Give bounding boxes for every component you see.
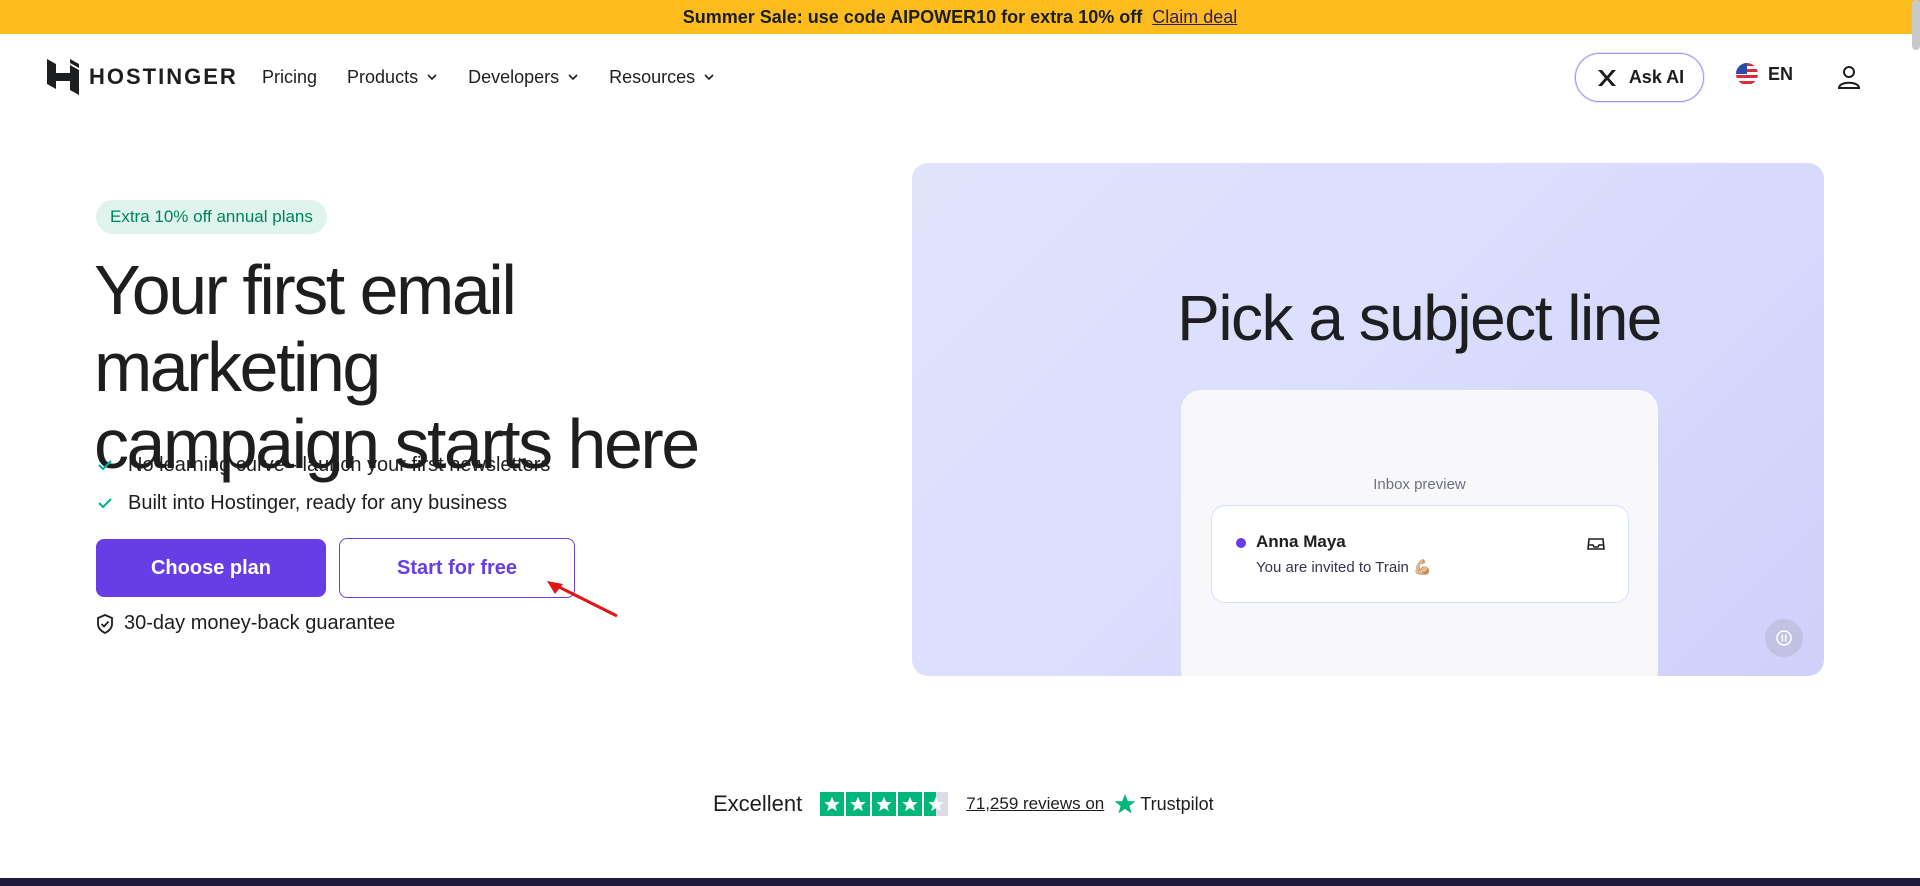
nav-products-label: Products <box>347 66 419 87</box>
feature-text: Built into Hostinger, ready for any busi… <box>128 491 508 514</box>
user-account-icon[interactable] <box>1836 64 1862 90</box>
chevron-down-icon <box>568 74 578 81</box>
rating-label: Excellent <box>713 791 803 816</box>
panel-title: Pick a subject line <box>1177 282 1662 354</box>
hero-title-line-1: Your first email marketing <box>94 251 517 406</box>
reviews-link[interactable]: 71,259 reviews on <box>966 794 1104 814</box>
star-icon <box>820 792 845 816</box>
check-icon <box>98 498 112 509</box>
email-subject: You are invited to Train 💪🏼 <box>1256 559 1432 576</box>
site-header: HOSTINGER Pricing Products Developers Re… <box>0 34 1920 120</box>
rating-stars <box>820 792 950 816</box>
promo-text: Summer Sale: use code AIPOWER10 for extr… <box>682 6 1143 27</box>
feature-list: No learning curve - launch your first ne… <box>96 446 550 522</box>
promo-banner: Summer Sale: use code AIPOWER10 for extr… <box>0 0 1920 34</box>
ask-ai-button[interactable]: Ask AI <box>1575 53 1704 102</box>
ask-ai-label: Ask AI <box>1628 67 1685 87</box>
nav-pricing[interactable]: Pricing <box>262 67 317 88</box>
guarantee-text: 30-day money-back guarantee <box>124 612 396 634</box>
brand-logo[interactable]: HOSTINGER <box>47 59 238 95</box>
unread-dot-icon <box>1236 538 1246 548</box>
footer-edge <box>0 878 1920 886</box>
chevron-down-icon <box>704 74 714 81</box>
star-icon <box>898 792 923 816</box>
trustpilot-rating: Excellent 71,259 reviews on Trustpilot <box>713 788 1214 820</box>
us-flag-icon <box>1736 63 1758 85</box>
email-preview-item: Anna Maya You are invited to Train 💪🏼 <box>1211 505 1629 603</box>
discount-badge: Extra 10% off annual plans <box>96 200 327 234</box>
trustpilot-star-icon <box>1114 794 1136 814</box>
half-star-icon <box>924 792 949 816</box>
shield-check-icon <box>97 613 113 634</box>
check-icon <box>98 460 112 471</box>
main-nav: Pricing Products Developers Resources <box>262 34 745 120</box>
hero-illustration-panel: Pick a subject line Inbox preview Anna M… <box>912 163 1824 676</box>
star-icon <box>872 792 897 816</box>
choose-plan-button[interactable]: Choose plan <box>96 539 326 597</box>
inbox-preview-card: Inbox preview Anna Maya You are invited … <box>1181 390 1658 676</box>
page-scrollbar[interactable] <box>1912 0 1920 50</box>
feature-item: Built into Hostinger, ready for any busi… <box>96 484 550 522</box>
language-code: EN <box>1768 63 1794 84</box>
money-back-guarantee: 30-day money-back guarantee <box>96 612 395 635</box>
pause-icon <box>1776 630 1792 646</box>
chevron-down-icon <box>427 74 437 81</box>
hostinger-logo-icon <box>47 59 79 95</box>
nav-developers-label: Developers <box>468 66 560 87</box>
pause-animation-button[interactable] <box>1765 619 1803 657</box>
feature-text: No learning curve - launch your first ne… <box>128 453 551 476</box>
nav-resources-label: Resources <box>609 66 696 87</box>
ask-ai-icon <box>1597 69 1616 86</box>
feature-item: No learning curve - launch your first ne… <box>96 446 550 484</box>
nav-resources[interactable]: Resources <box>609 67 715 88</box>
claim-deal-link[interactable]: Claim deal <box>1152 7 1237 28</box>
nav-products[interactable]: Products <box>347 67 438 88</box>
brand-name: HOSTINGER <box>89 64 238 89</box>
red-arrow-annotation-icon <box>547 581 618 618</box>
inbox-preview-label: Inbox preview <box>1373 476 1466 493</box>
nav-developers[interactable]: Developers <box>468 67 579 88</box>
start-for-free-button[interactable]: Start for free <box>339 538 575 598</box>
nav-pricing-label: Pricing <box>262 66 318 87</box>
language-selector[interactable]: EN <box>1736 63 1793 85</box>
star-icon <box>846 792 871 816</box>
trustpilot-brand[interactable]: Trustpilot <box>1140 794 1213 815</box>
email-sender: Anna Maya <box>1256 532 1346 551</box>
inbox-icon <box>1587 538 1605 550</box>
